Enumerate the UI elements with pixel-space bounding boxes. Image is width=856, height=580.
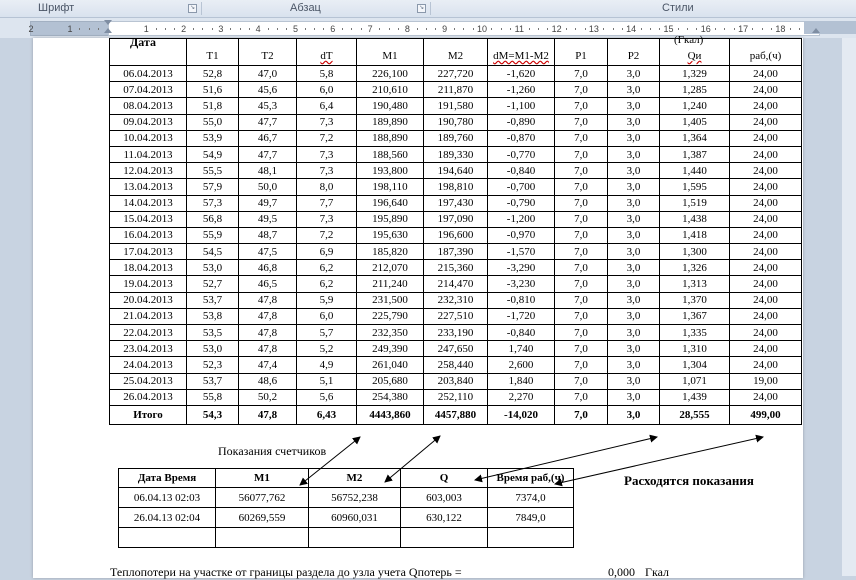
arrow-m1 — [299, 436, 361, 486]
annotation-arrows — [299, 434, 764, 487]
arrow-m2 — [384, 435, 441, 483]
arrow-q — [474, 434, 658, 483]
arrow-hours — [554, 434, 764, 487]
